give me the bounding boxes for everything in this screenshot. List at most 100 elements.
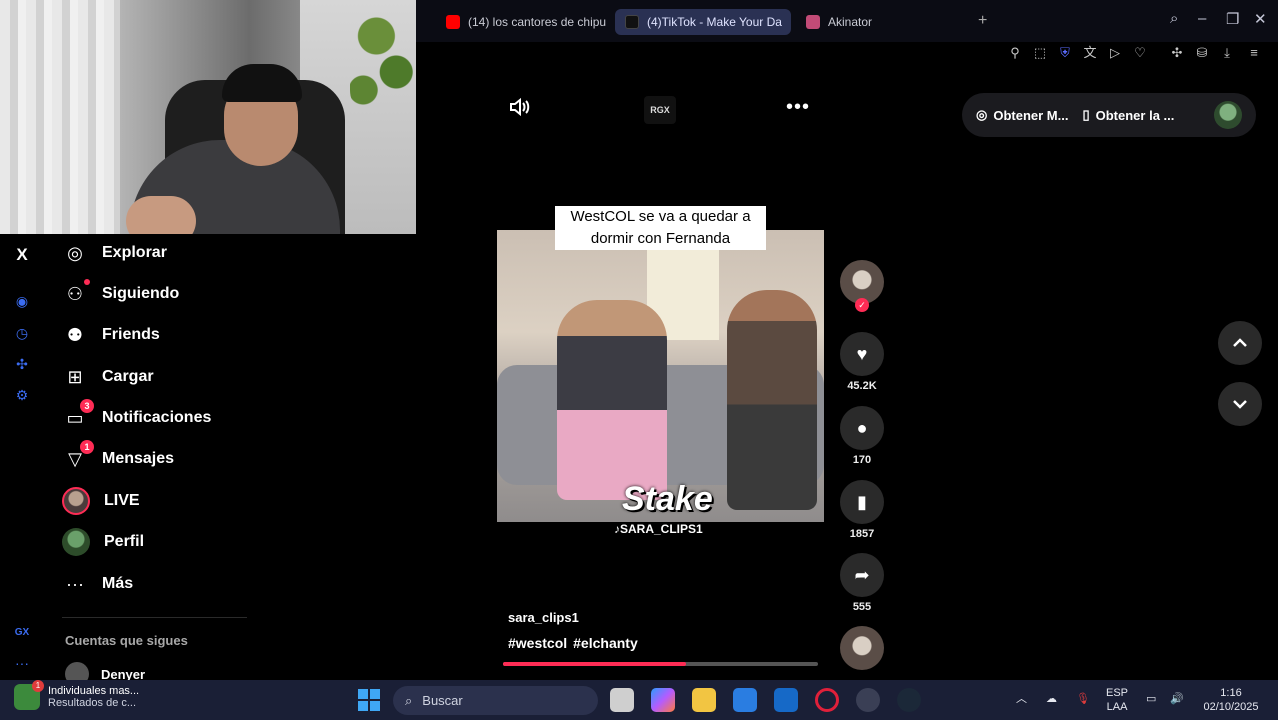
follow-check-icon[interactable]: ✓ xyxy=(855,298,869,312)
nav-siguiendo[interactable]: ⚇ Siguiendo xyxy=(62,279,179,309)
copilot-icon[interactable] xyxy=(651,688,675,712)
widget-subtitle: Resultados de c... xyxy=(48,697,137,709)
send-icon: ▽ 1 xyxy=(62,440,94,472)
get-coins-button[interactable]: ◎ Obtener M... xyxy=(976,107,1068,123)
volume-icon[interactable] xyxy=(508,96,532,118)
share-count: 555 xyxy=(852,601,872,613)
minimize-button[interactable]: – xyxy=(1198,10,1206,27)
cloud-icon[interactable]: ☁ xyxy=(1046,692,1057,706)
extensions-icon[interactable]: ✣ xyxy=(1168,44,1186,62)
screen: (14) los cantores de chipu (4)TikTok - M… xyxy=(0,0,1278,720)
music-disc-button[interactable] xyxy=(840,626,884,670)
comment-button[interactable]: ● 170 xyxy=(840,406,884,466)
nav-notificaciones[interactable]: ▭ 3 Notificaciones xyxy=(62,399,212,433)
upload-icon: ⊞ xyxy=(67,366,83,387)
nav-mas[interactable]: ··· Más xyxy=(62,569,133,599)
settings-icon[interactable]: ⚙ xyxy=(13,386,31,404)
microphone-icon[interactable]: 🎙 xyxy=(1076,692,1090,706)
download-icon[interactable]: ⤓ xyxy=(1218,44,1236,62)
account-icon[interactable]: ⛁ xyxy=(1193,44,1211,62)
taskbar-widget[interactable]: 1 Individuales mas... Resultados de c... xyxy=(14,680,140,710)
tab-tiktok[interactable]: (4)TikTok - Make Your Da xyxy=(615,9,791,35)
menu-icon[interactable]: ≡ xyxy=(1245,44,1263,62)
nav-friends[interactable]: ⚉ Friends xyxy=(62,320,160,350)
video-author[interactable]: sara_clips1 xyxy=(508,610,579,625)
close-x-button[interactable]: X xyxy=(13,246,31,264)
task-view-icon[interactable] xyxy=(610,688,634,712)
clock-date: 02/10/2025 xyxy=(1203,701,1259,713)
nav-label: Siguiendo xyxy=(102,285,180,302)
taskbar-search[interactable]: ⌕ Buscar xyxy=(393,686,598,715)
hashtag-link[interactable]: #elchanty xyxy=(573,635,638,651)
snapshot-icon[interactable]: ⬚ xyxy=(1031,44,1049,62)
browser-tab-bar: (14) los cantores de chipu (4)TikTok - M… xyxy=(416,0,1278,42)
divider xyxy=(62,617,247,618)
extensions-rail-icon[interactable]: ✣ xyxy=(13,355,31,373)
language-indicator[interactable]: ESP LAA xyxy=(1106,686,1128,714)
steam-icon[interactable] xyxy=(897,688,921,712)
chevron-up-tray-icon[interactable]: ︿ xyxy=(1016,692,1027,706)
video-more-icon[interactable]: ••• xyxy=(786,96,810,119)
nav-label: Notificaciones xyxy=(102,409,212,426)
clock-app-icon[interactable] xyxy=(856,688,880,712)
creator-avatar-button[interactable]: ✓ xyxy=(840,260,884,312)
previous-video-button[interactable] xyxy=(1218,321,1262,365)
opera-gx-icon[interactable] xyxy=(815,688,839,712)
nav-cargar[interactable]: ⊞ Cargar xyxy=(62,362,153,392)
video-player[interactable] xyxy=(497,230,824,522)
like-count: 45.2K xyxy=(847,380,877,392)
file-explorer-icon[interactable] xyxy=(692,688,716,712)
like-button[interactable]: ♥ 45.2K xyxy=(840,332,884,392)
network-icon[interactable]: ▭ xyxy=(1146,692,1156,706)
widget-badge: 1 xyxy=(32,680,44,692)
live-avatar xyxy=(62,487,90,515)
phone-icon: ▯ xyxy=(1082,107,1090,122)
video-progress-bar[interactable] xyxy=(503,662,818,666)
search-tabs-icon[interactable]: ⌕ xyxy=(1170,10,1178,27)
save-button[interactable]: ▮ 1857 xyxy=(840,480,884,540)
rgx-button[interactable]: RGX xyxy=(644,96,676,124)
save-count: 1857 xyxy=(849,528,875,540)
nav-label: Más xyxy=(102,575,134,592)
get-app-button[interactable]: ▯ Obtener la ... xyxy=(1082,107,1174,123)
tab-akinator[interactable]: Akinator xyxy=(796,9,906,35)
comment-count: 170 xyxy=(852,454,872,466)
pin-icon[interactable]: ⚲ xyxy=(1006,44,1024,62)
history-icon[interactable]: ◷ xyxy=(13,324,31,342)
webcam-overlay xyxy=(0,0,416,234)
shield-icon[interactable]: ⛨ xyxy=(1056,44,1074,62)
maximize-button[interactable]: ❐ xyxy=(1226,10,1239,28)
more-rail-icon[interactable]: ··· xyxy=(13,654,31,672)
player-icon[interactable]: ◉ xyxy=(13,292,31,310)
opera-sidebar-rail: X ◉ ◷ ✣ ⚙ GX ··· xyxy=(0,234,44,680)
nav-mensajes[interactable]: ▽ 1 Mensajes xyxy=(62,440,174,474)
user-avatar[interactable] xyxy=(1214,101,1242,129)
heart-icon[interactable]: ♡ xyxy=(1131,44,1149,62)
new-tab-button[interactable]: + xyxy=(978,12,987,30)
nav-perfil[interactable]: Perfil xyxy=(62,527,144,557)
speaker-icon[interactable]: 🔊 xyxy=(1170,692,1184,706)
youtube-icon xyxy=(446,15,460,29)
nav-explorar[interactable]: ◎ Explorar xyxy=(62,238,167,268)
tab-youtube[interactable]: (14) los cantores de chipu xyxy=(436,9,606,35)
nav-live[interactable]: LIVE xyxy=(62,486,140,516)
tab-label: Akinator xyxy=(828,15,873,29)
tab-label: (4)TikTok - Make Your Da xyxy=(647,15,782,29)
chevron-down-icon xyxy=(1233,400,1247,409)
gx-icon[interactable]: GX xyxy=(13,624,31,642)
share-button[interactable]: ➦ 555 xyxy=(840,553,884,613)
close-window-button[interactable]: ✕ xyxy=(1254,10,1267,28)
play-icon[interactable]: ▷ xyxy=(1106,44,1124,62)
video-person-right xyxy=(727,290,817,510)
clock[interactable]: 1:16 02/10/2025 xyxy=(1200,686,1262,714)
hashtag-link[interactable]: #westcol xyxy=(508,635,567,651)
widget-title: Individuales mas... xyxy=(48,685,140,697)
translate-icon[interactable]: 文 xyxy=(1081,44,1099,62)
nav-label: LIVE xyxy=(104,492,140,509)
next-video-button[interactable] xyxy=(1218,382,1262,426)
windows-start-icon[interactable] xyxy=(358,689,380,711)
store-icon[interactable] xyxy=(733,688,757,712)
profile-avatar xyxy=(62,528,90,556)
outlook-icon[interactable] xyxy=(774,688,798,712)
video-progress-fill xyxy=(503,662,686,666)
